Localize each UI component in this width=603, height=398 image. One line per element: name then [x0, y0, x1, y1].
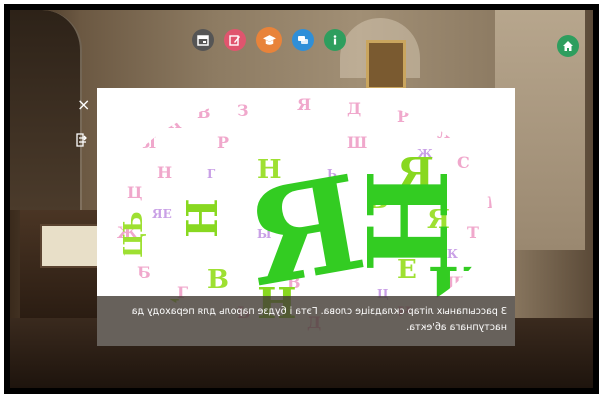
svg-text:К: К: [167, 113, 182, 132]
svg-text:Р: Р: [397, 107, 409, 126]
svg-text:ЦЬ: ЦЬ: [119, 211, 149, 258]
svg-text:В: В: [197, 103, 211, 122]
home-icon: [563, 41, 573, 51]
chat-icon[interactable]: [292, 29, 314, 51]
svg-text:Ш: Ш: [347, 133, 367, 152]
exit-icon: [76, 133, 87, 147]
svg-text:Н: Н: [157, 163, 172, 182]
exit-button[interactable]: [75, 132, 89, 151]
calendar-icon[interactable]: [192, 29, 214, 51]
icon-painting: [366, 40, 406, 90]
caption-box: З рассыпаных літар складзіце слова. Гэта…: [97, 296, 515, 346]
svg-text:Д: Д: [347, 99, 361, 118]
svg-text:Р: Р: [217, 133, 229, 152]
caption-text: З рассыпаных літар складзіце слова. Гэта…: [131, 306, 507, 333]
svg-text:Б: Б: [137, 263, 151, 282]
svg-text:ЯЕ: ЯЕ: [152, 207, 172, 221]
svg-text:Я: Я: [297, 95, 311, 114]
edit-icon[interactable]: [224, 29, 246, 51]
svg-text:Л: Л: [437, 123, 451, 142]
close-button[interactable]: ×: [77, 97, 90, 113]
top-toolbar: [192, 27, 346, 55]
open-book: [40, 224, 99, 268]
svg-text:Г: Г: [207, 167, 216, 181]
svg-text:Н: Н: [178, 198, 227, 238]
svg-text:Ы: Ы: [137, 133, 156, 152]
home-button[interactable]: [557, 35, 579, 57]
info-icon[interactable]: [324, 29, 346, 51]
svg-text:З: З: [237, 101, 249, 120]
svg-text:Ц: Ц: [487, 193, 502, 212]
svg-text:Ц: Ц: [127, 183, 142, 202]
svg-text:В: В: [207, 265, 229, 295]
arch-decoration: [10, 10, 82, 210]
graduation-cap-icon[interactable]: [256, 27, 282, 53]
